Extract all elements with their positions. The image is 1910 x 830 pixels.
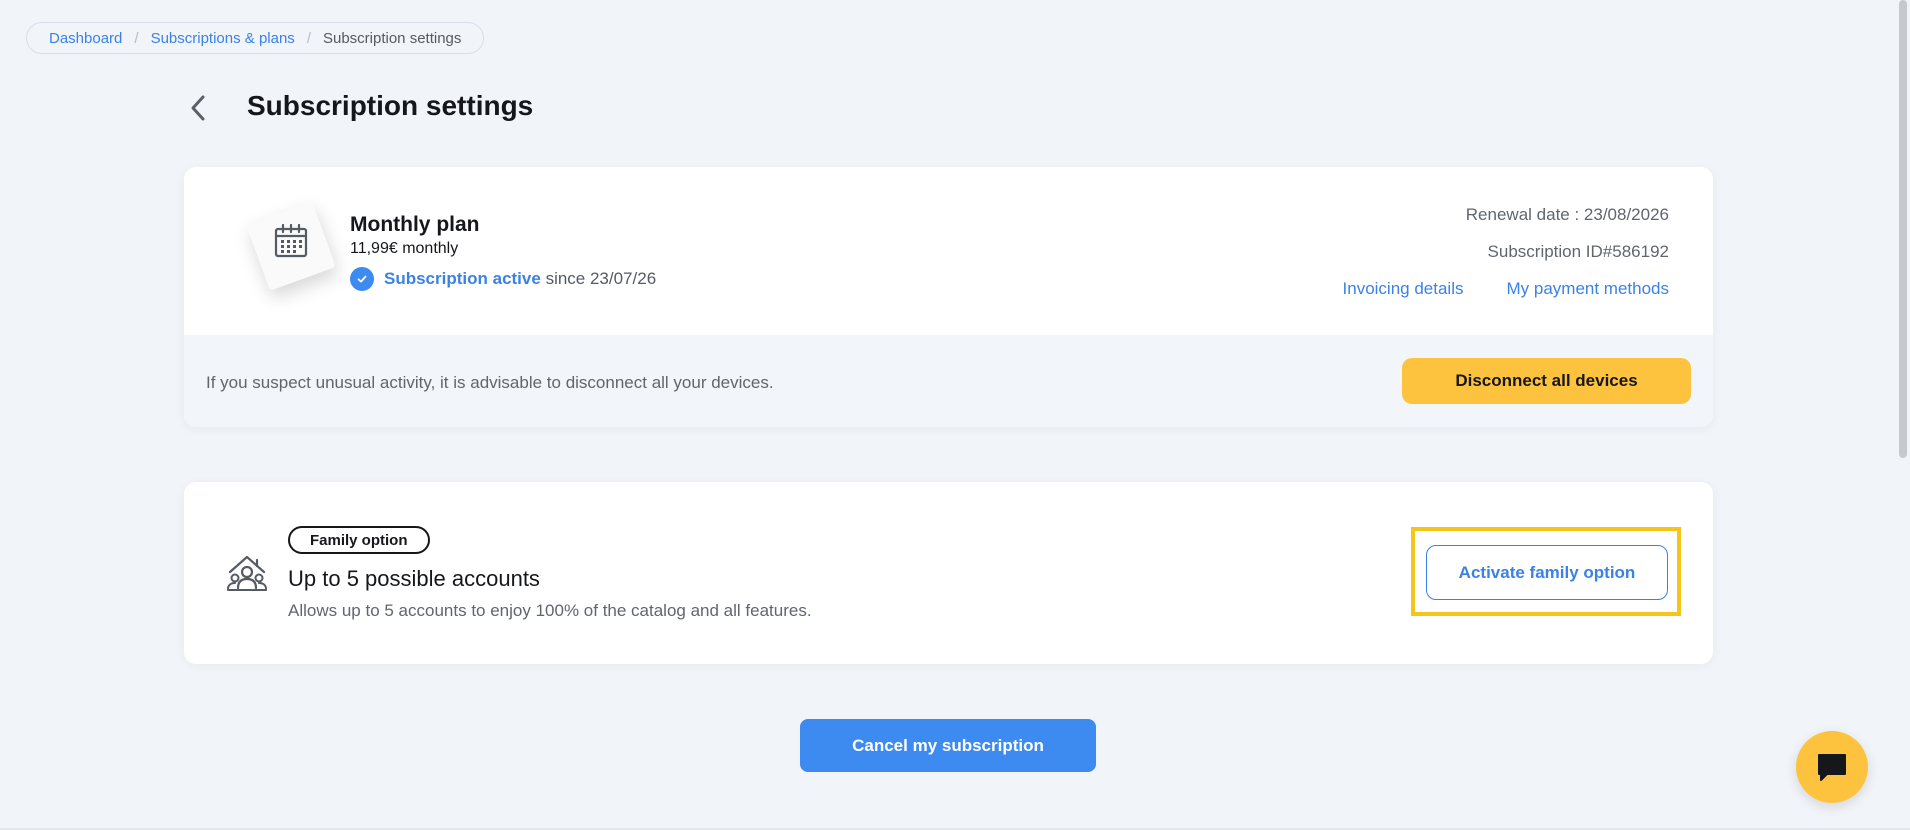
family-house-icon xyxy=(227,555,267,591)
calendar-icon xyxy=(274,223,308,258)
invoicing-details-link[interactable]: Invoicing details xyxy=(1343,279,1464,299)
scrollbar[interactable] xyxy=(1896,0,1910,830)
subscription-id: Subscription ID#586192 xyxy=(1487,242,1669,261)
unusual-activity-warning: If you suspect unusual activity, it is a… xyxy=(206,373,774,392)
status-since-label: since 23/07/26 xyxy=(545,269,657,288)
chevron-left-icon xyxy=(191,95,205,121)
plan-price: 11,99€ monthly xyxy=(350,240,459,257)
check-circle-icon xyxy=(350,267,374,291)
payment-methods-link[interactable]: My payment methods xyxy=(1506,279,1669,299)
family-option-badge: Family option xyxy=(288,526,430,554)
breadcrumb-separator: / xyxy=(306,29,311,47)
chat-button[interactable] xyxy=(1796,731,1868,803)
family-option-description: Allows up to 5 accounts to enjoy 100% of… xyxy=(288,601,812,620)
plan-card: Monthly plan 11,99€ monthly Subscription… xyxy=(184,167,1713,427)
breadcrumb: Dashboard / Subscriptions & plans / Subs… xyxy=(26,22,485,54)
plan-name: Monthly plan xyxy=(350,213,480,236)
breadcrumb-subscriptions[interactable]: Subscriptions & plans xyxy=(151,30,295,47)
breadcrumb-dashboard[interactable]: Dashboard xyxy=(49,30,122,47)
family-option-title: Up to 5 possible accounts xyxy=(288,566,540,591)
breadcrumb-current: Subscription settings xyxy=(322,29,462,47)
breadcrumb-separator: / xyxy=(134,29,139,47)
chat-bubble-icon xyxy=(1818,754,1846,781)
plan-links: Invoicing details My payment methods xyxy=(1343,279,1669,299)
renewal-date: Renewal date : 23/08/2026 xyxy=(1465,205,1669,224)
back-button[interactable] xyxy=(184,92,212,124)
page-title: Subscription settings xyxy=(247,90,534,121)
scrollbar-thumb[interactable] xyxy=(1899,0,1907,458)
subscription-status: Subscription active since 23/07/26 xyxy=(350,267,656,291)
activate-family-option-button[interactable]: Activate family option xyxy=(1426,545,1668,600)
cancel-subscription-button[interactable]: Cancel my subscription xyxy=(800,719,1096,772)
plan-card-footer: If you suspect unusual activity, it is a… xyxy=(184,335,1713,427)
status-active-label: Subscription active xyxy=(384,269,541,288)
disconnect-all-devices-button[interactable]: Disconnect all devices xyxy=(1402,358,1691,404)
